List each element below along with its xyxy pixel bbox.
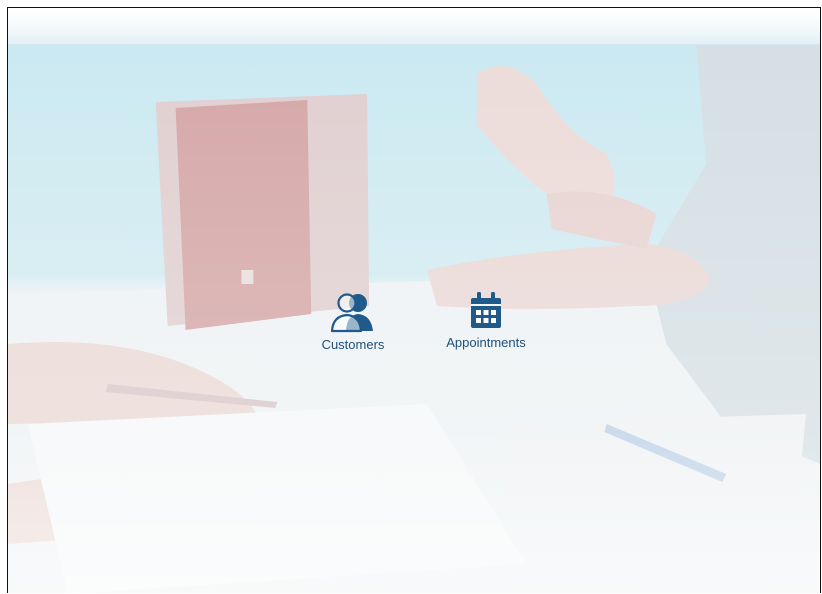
customers-tile[interactable]: Customers [313,291,393,352]
customers-icon [327,291,379,333]
calendar-icon [468,291,504,331]
appointments-label: Appointments [446,335,526,350]
app-launcher: Customers Appointments [8,8,820,593]
app-window: Customers Appointments [7,7,821,593]
appointments-tile[interactable]: Appointments [436,291,536,350]
customers-label: Customers [321,337,385,352]
